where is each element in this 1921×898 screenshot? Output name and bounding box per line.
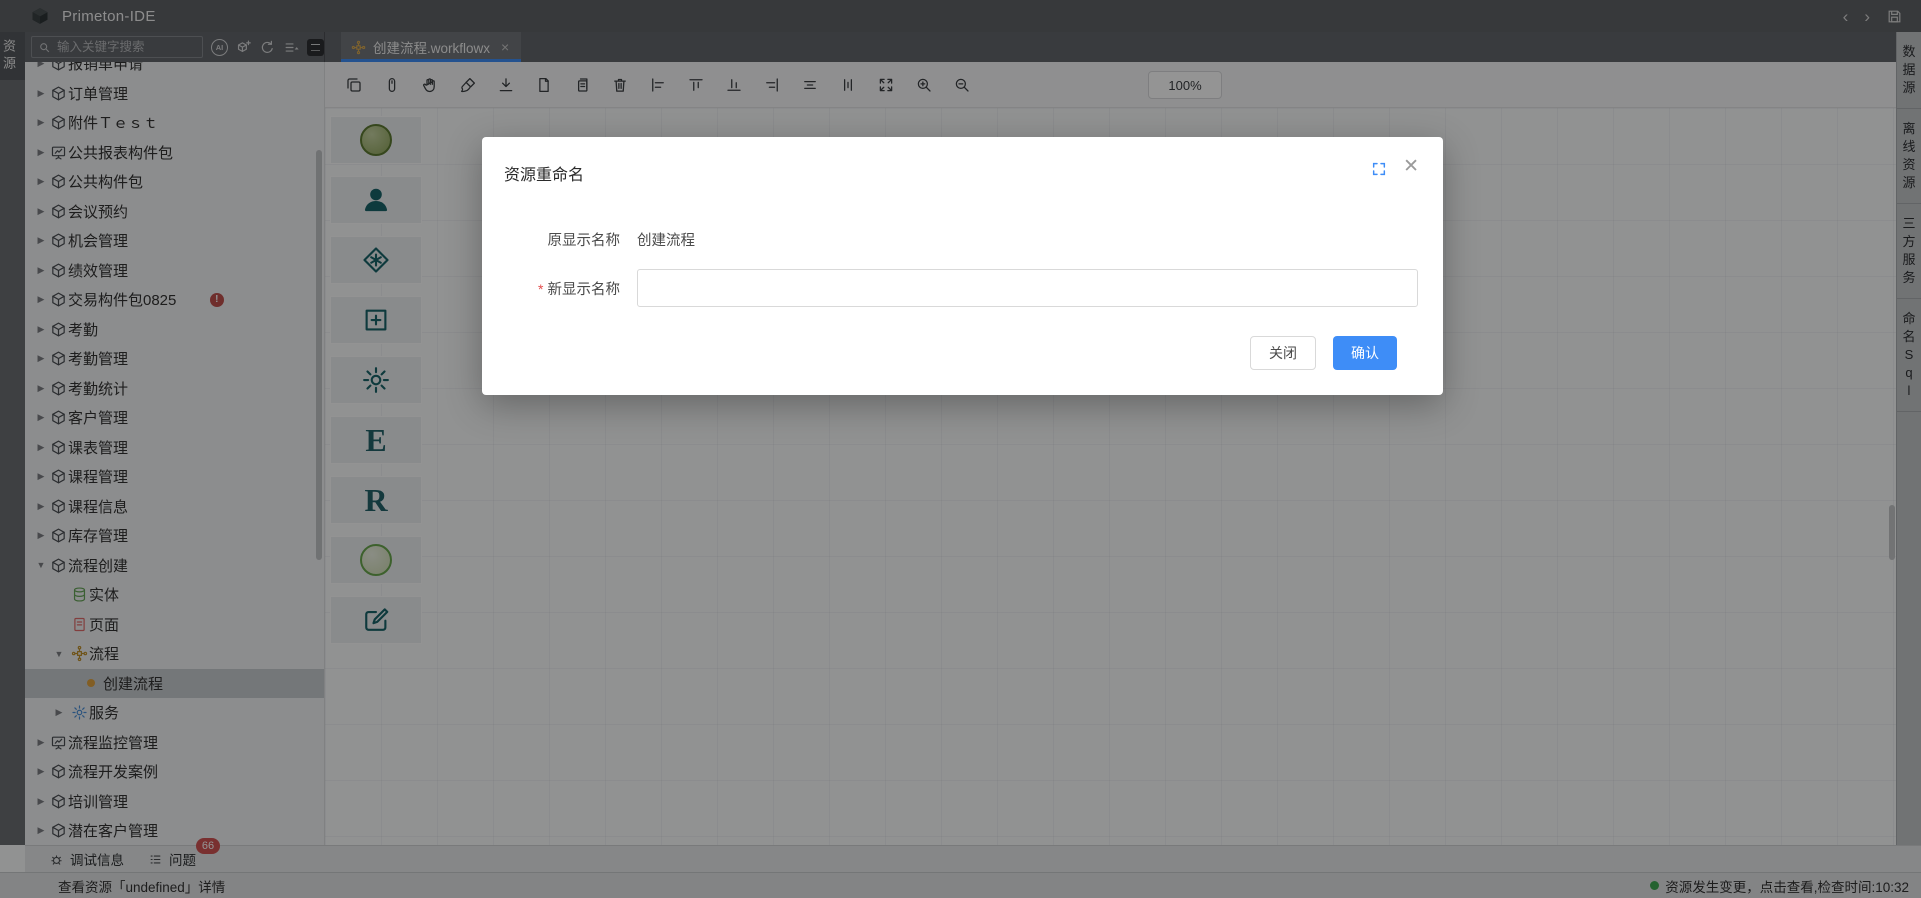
maximize-icon[interactable] (1371, 161, 1387, 177)
rename-dialog: 资源重命名 ✕ 原显示名称 创建流程 *新显示名称 关闭 确认 (482, 137, 1443, 395)
app-window: Primeton-IDE ‹ › AI 创建流程.wor (0, 0, 1921, 898)
old-name-label: 原显示名称 (482, 229, 620, 250)
dialog-title: 资源重命名 (504, 161, 584, 185)
modal-dim-overlay (0, 0, 1921, 898)
confirm-button[interactable]: 确认 (1333, 336, 1397, 370)
new-name-label: *新显示名称 (482, 278, 620, 299)
new-display-name-input[interactable] (637, 269, 1418, 307)
close-icon[interactable]: ✕ (1403, 157, 1419, 176)
close-button[interactable]: 关闭 (1250, 336, 1316, 370)
old-name-value: 创建流程 (637, 229, 695, 250)
required-asterisk: * (538, 281, 543, 297)
